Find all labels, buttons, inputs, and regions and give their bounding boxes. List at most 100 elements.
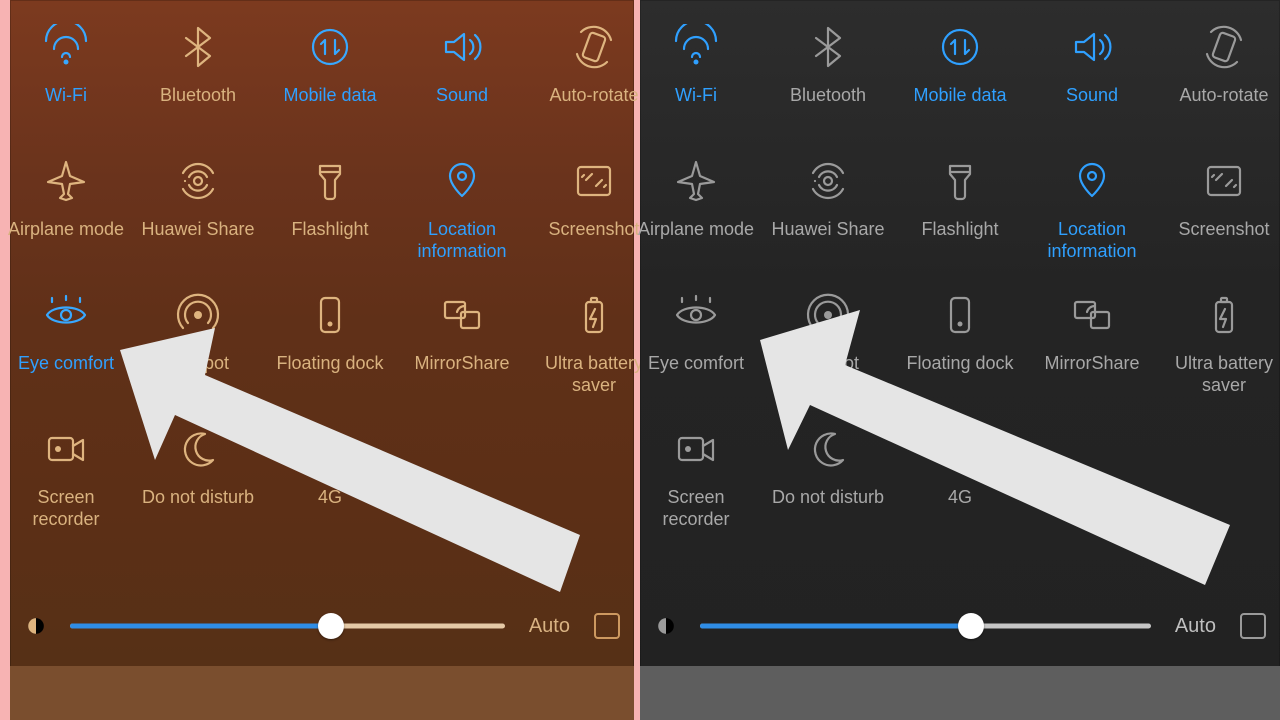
airplane-icon xyxy=(673,158,719,204)
bottom-strip xyxy=(10,666,634,720)
tile-bluetooth[interactable]: Bluetooth xyxy=(132,18,264,152)
tile-dnd[interactable]: Do not disturb xyxy=(132,420,264,554)
screenshot-icon xyxy=(571,158,617,204)
share-icon xyxy=(805,158,851,204)
fourg-icon xyxy=(307,426,353,472)
tile-label: Huawei Share xyxy=(771,218,884,240)
tile-label: Screen recorder xyxy=(635,486,757,530)
bluetooth-icon xyxy=(805,24,851,70)
auto-brightness-label: Auto xyxy=(529,615,570,638)
tile-4g[interactable]: 4G xyxy=(264,420,396,554)
tile-label: 4G xyxy=(318,486,342,508)
tile-label: Wi-Fi xyxy=(45,84,87,106)
tile-label: Floating dock xyxy=(906,352,1013,374)
tile-wifi[interactable]: Wi-Fi xyxy=(630,18,762,152)
tile-label: Bluetooth xyxy=(160,84,236,106)
tile-label: Auto-rotate xyxy=(549,84,638,106)
auto-brightness-checkbox[interactable] xyxy=(1240,613,1266,639)
fourg-icon xyxy=(937,426,983,472)
tile-label: MirrorShare xyxy=(414,352,509,374)
share-icon xyxy=(175,158,221,204)
tile-wifi[interactable]: Wi-Fi xyxy=(0,18,132,152)
tile-label: Hotspot xyxy=(797,352,859,374)
tile-eye-comfort[interactable]: Eye comfort xyxy=(630,286,762,420)
tile-battery-saver[interactable]: Ultra battery saver xyxy=(1158,286,1280,420)
recorder-icon xyxy=(673,426,719,472)
tile-mirrorshare[interactable]: MirrorShare xyxy=(396,286,528,420)
mirror-icon xyxy=(439,292,485,338)
tile-screen-rec[interactable]: Screen recorder xyxy=(0,420,132,554)
tile-label: Do not disturb xyxy=(142,486,254,508)
brightness-slider[interactable] xyxy=(70,612,505,640)
tile-hotspot[interactable]: Hotspot xyxy=(762,286,894,420)
tile-label: Mobile data xyxy=(283,84,376,106)
tile-label: Flashlight xyxy=(921,218,998,240)
tile-auto-rotate[interactable]: Auto-rotate xyxy=(1158,18,1280,152)
dock-icon xyxy=(307,292,353,338)
location-icon xyxy=(1069,158,1115,204)
tile-label: Bluetooth xyxy=(790,84,866,106)
tile-label: Huawei Share xyxy=(141,218,254,240)
tile-airplane[interactable]: Airplane mode xyxy=(0,152,132,286)
tile-floating-dock[interactable]: Floating dock xyxy=(894,286,1026,420)
tile-label: Screen recorder xyxy=(5,486,127,530)
eye-icon xyxy=(673,292,719,338)
airplane-icon xyxy=(43,158,89,204)
wifi-icon xyxy=(43,24,89,70)
tile-huawei-share[interactable]: Huawei Share xyxy=(762,152,894,286)
tile-label: MirrorShare xyxy=(1044,352,1139,374)
tile-label: 4G xyxy=(948,486,972,508)
tile-mirrorshare[interactable]: MirrorShare xyxy=(1026,286,1158,420)
tile-label: Mobile data xyxy=(913,84,1006,106)
tile-label: Location information xyxy=(401,218,523,262)
mobiledata-icon xyxy=(307,24,353,70)
tile-4g[interactable]: 4G xyxy=(894,420,1026,554)
tile-huawei-share[interactable]: Huawei Share xyxy=(132,152,264,286)
tile-label: Location information xyxy=(1031,218,1153,262)
tile-sound[interactable]: Sound xyxy=(1026,18,1158,152)
tile-label: Screenshot xyxy=(548,218,639,240)
tile-bluetooth[interactable]: Bluetooth xyxy=(762,18,894,152)
wifi-icon xyxy=(673,24,719,70)
recorder-icon xyxy=(43,426,89,472)
moon-icon xyxy=(175,426,221,472)
screenshot-icon xyxy=(1201,158,1247,204)
tile-flashlight[interactable]: Flashlight xyxy=(264,152,396,286)
bluetooth-icon xyxy=(175,24,221,70)
bottom-strip xyxy=(640,666,1280,720)
tile-label: Eye comfort xyxy=(648,352,744,374)
tile-label: Auto-rotate xyxy=(1179,84,1268,106)
tile-mobile-data[interactable]: Mobile data xyxy=(264,18,396,152)
tile-label: Hotspot xyxy=(167,352,229,374)
tile-airplane[interactable]: Airplane mode xyxy=(630,152,762,286)
brightness-row: Auto xyxy=(10,596,634,656)
tile-sound[interactable]: Sound xyxy=(396,18,528,152)
tile-mobile-data[interactable]: Mobile data xyxy=(894,18,1026,152)
brightness-slider[interactable] xyxy=(700,612,1151,640)
auto-brightness-label: Auto xyxy=(1175,615,1216,638)
tile-label: Sound xyxy=(436,84,488,106)
quick-settings-grid: Wi-Fi Bluetooth Mobile data Sound Auto-rotat… xyxy=(0,18,660,554)
brightness-row: Auto xyxy=(640,596,1280,656)
tile-label: Floating dock xyxy=(276,352,383,374)
tile-dnd[interactable]: Do not disturb xyxy=(762,420,894,554)
tile-screenshot[interactable]: Screenshot xyxy=(1158,152,1280,286)
tile-hotspot[interactable]: Hotspot xyxy=(132,286,264,420)
tile-floating-dock[interactable]: Floating dock xyxy=(264,286,396,420)
dock-icon xyxy=(937,292,983,338)
eye-icon xyxy=(43,292,89,338)
tile-eye-comfort[interactable]: Eye comfort xyxy=(0,286,132,420)
sound-icon xyxy=(1069,24,1115,70)
tile-screen-rec[interactable]: Screen recorder xyxy=(630,420,762,554)
auto-brightness-checkbox[interactable] xyxy=(594,613,620,639)
tile-label: Wi-Fi xyxy=(675,84,717,106)
panel-normal: Wi-Fi Bluetooth Mobile data Sound Auto-rotat… xyxy=(640,0,1280,720)
tile-location[interactable]: Location information xyxy=(396,152,528,286)
sound-icon xyxy=(439,24,485,70)
tile-flashlight[interactable]: Flashlight xyxy=(894,152,1026,286)
autorotate-icon xyxy=(571,24,617,70)
tile-location[interactable]: Location information xyxy=(1026,152,1158,286)
tile-label: Screenshot xyxy=(1178,218,1269,240)
panel-eye-comfort: Wi-Fi Bluetooth Mobile data Sound Auto-rotat… xyxy=(0,0,640,720)
battery-icon xyxy=(571,292,617,338)
